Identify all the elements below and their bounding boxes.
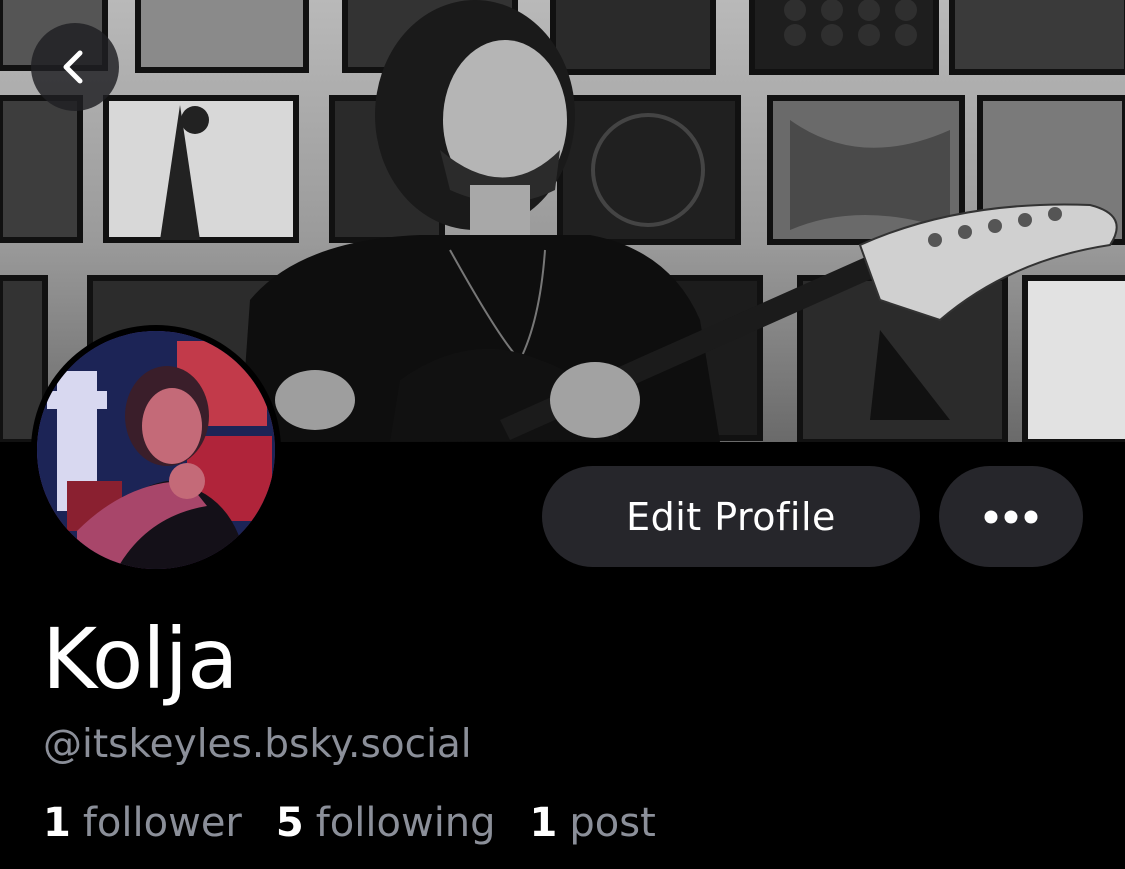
posts-link[interactable]: 1 post — [530, 800, 656, 846]
avatar-image — [37, 331, 275, 569]
following-count: 5 — [275, 800, 304, 846]
posts-count: 1 — [529, 800, 558, 846]
profile-handle: @itskeyles.bsky.social — [43, 722, 472, 767]
chevron-left-icon — [63, 50, 83, 84]
posts-label: post — [569, 800, 656, 846]
back-button[interactable] — [31, 23, 119, 111]
edit-profile-button[interactable]: Edit Profile — [542, 466, 920, 567]
ellipsis-icon — [984, 510, 1038, 523]
edit-profile-label: Edit Profile — [626, 494, 836, 539]
followers-label: follower — [82, 800, 242, 846]
followers-count: 1 — [43, 800, 71, 846]
profile-stats: 1 follower 5 following 1 post — [43, 800, 656, 846]
display-name: Kolja — [42, 610, 238, 708]
followers-link[interactable]: 1 follower — [43, 800, 242, 846]
avatar[interactable] — [31, 325, 281, 575]
following-link[interactable]: 5 following — [276, 800, 496, 846]
following-label: following — [315, 800, 496, 846]
more-options-button[interactable] — [939, 466, 1083, 567]
